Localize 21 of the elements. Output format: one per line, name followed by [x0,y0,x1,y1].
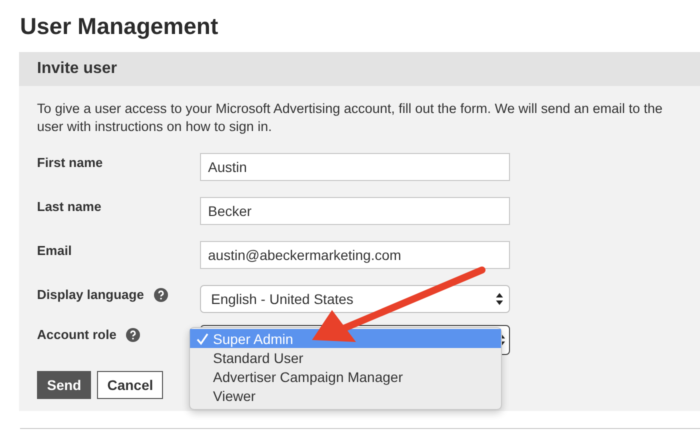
field-label: First name [37,155,103,170]
field-label: Account role [37,327,116,342]
page-title: User Management [20,12,220,40]
field-label: Display language [37,287,144,302]
text-field[interactable]: austin@abeckermarketing.com [200,241,510,269]
text-field[interactable]: Austin [200,153,510,181]
menu-option[interactable]: Viewer [190,386,501,405]
language-select[interactable]: English - United States [200,285,510,313]
menu-option[interactable]: Standard User [190,348,501,367]
send-button[interactable]: Send [37,371,92,399]
check-icon [196,332,209,344]
field-label: Last name [37,199,102,214]
help-icon[interactable] [126,328,140,342]
description-text: To give a user access to your Microsoft Advertising account, fill out the form. We will send an email to the user with instructions on how to sign in. [37,100,664,136]
menu-option[interactable]: Advertiser Campaign Manager [190,367,501,386]
text-field[interactable]: Becker [200,197,510,225]
select-arrows-icon [496,293,503,305]
field-label: Email [37,243,72,258]
panel-title: Invite user [37,60,118,78]
help-icon[interactable] [154,288,168,302]
cancel-button[interactable]: Cancel [97,371,164,399]
